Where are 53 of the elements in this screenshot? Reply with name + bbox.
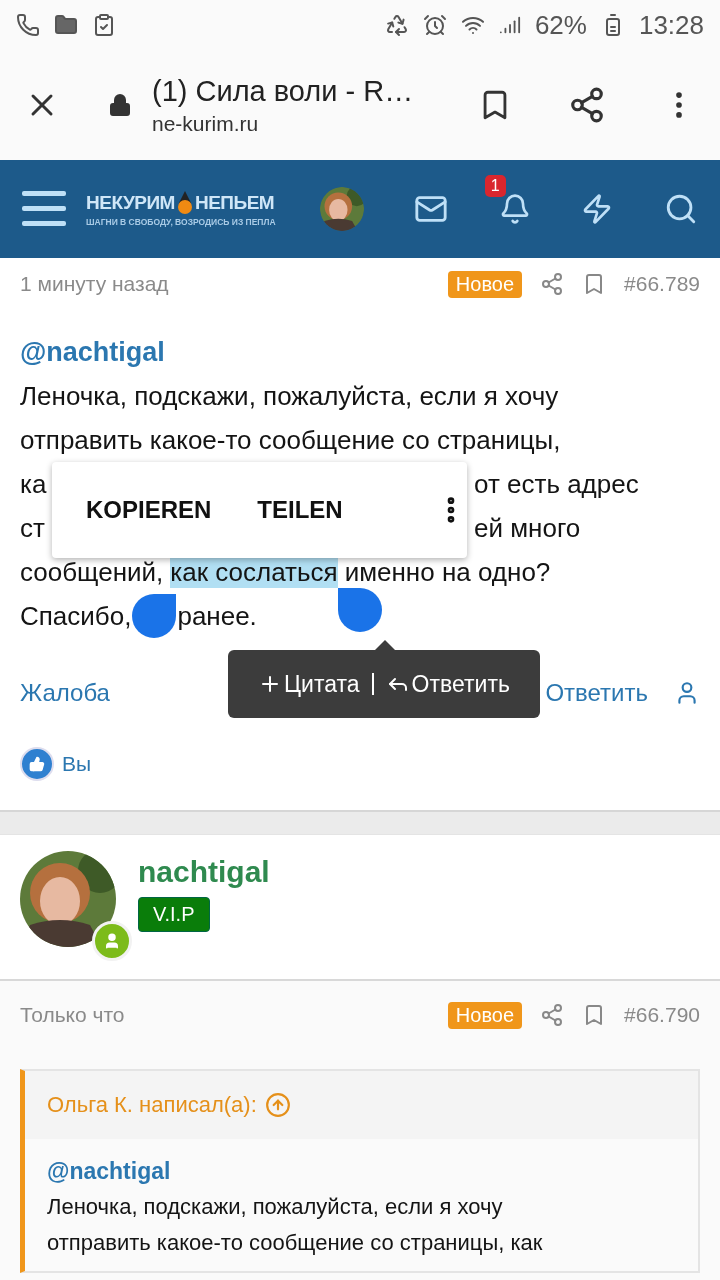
- author-name[interactable]: nachtigal: [138, 855, 270, 889]
- menu-icon[interactable]: [22, 191, 66, 227]
- quote-button[interactable]: Цитата: [258, 670, 360, 698]
- reply-link[interactable]: Ответить: [545, 679, 648, 707]
- post-number: #66.790: [624, 1003, 700, 1027]
- clipboard-icon: [92, 13, 116, 37]
- page-url: ne-kurim.ru: [152, 111, 260, 136]
- share-icon[interactable]: [540, 272, 565, 296]
- lock-icon: [108, 93, 132, 117]
- selection-handle[interactable]: [132, 594, 177, 638]
- post-number: #66.789: [624, 272, 700, 296]
- alarm-icon: [422, 13, 447, 37]
- new-badge: Новое: [447, 1001, 523, 1029]
- logo-tagline: ШАГНИ В СВОБОДУ, ВОЗРОДИСЬ ИЗ ПЕПЛА: [86, 217, 276, 227]
- quote-text: отправить какое-то сообщение со страницы, как: [47, 1229, 544, 1257]
- online-icon: [92, 921, 132, 961]
- user-avatar[interactable]: [319, 187, 364, 231]
- post-text: ранее.: [177, 600, 257, 632]
- post-text: Леночка, подскажи, пожалуйста, если я хочу: [20, 380, 559, 412]
- quote-text: Леночка, подскажи, пожалуйста, если я хочу: [47, 1193, 504, 1221]
- signal-icon: [498, 14, 521, 36]
- logo-text: НЕПЬЕМ: [194, 192, 275, 214]
- reply-button[interactable]: Ответить: [385, 670, 510, 698]
- post-text: отправить какое-то сообщение со страницы,: [20, 424, 561, 456]
- share-button[interactable]: [568, 86, 606, 124]
- post-time: Только что: [20, 1003, 126, 1027]
- share-icon[interactable]: [540, 1003, 565, 1027]
- mention-link[interactable]: @nachtigal: [20, 310, 700, 374]
- menu-item[interactable]: KOPIEREN: [86, 496, 212, 524]
- like-icon: [20, 747, 54, 781]
- post-text: от есть адрес: [474, 468, 639, 500]
- folder-icon: [54, 13, 78, 37]
- page-title: (1) Сила воли - R…: [152, 74, 415, 108]
- post-text: именно на одно?: [344, 556, 551, 588]
- post-time: 1 минуту назад: [20, 272, 170, 296]
- quote-author: Ольга К. написал(а):: [47, 1092, 257, 1118]
- post-text: Спасибо,: [20, 600, 132, 632]
- post-text: ей много: [474, 512, 581, 544]
- logo-text: НЕКУРИМ: [86, 192, 175, 214]
- phone-icon: [16, 13, 40, 37]
- selection-handle[interactable]: [337, 587, 382, 632]
- report-link[interactable]: Жалоба: [20, 679, 110, 707]
- new-badge: Новое: [447, 270, 523, 298]
- battery-percent: 62%: [534, 9, 587, 41]
- post-text: ка: [20, 468, 48, 500]
- mention-link[interactable]: @nachtigal: [47, 1153, 676, 1189]
- post-text: ст: [20, 512, 46, 544]
- clock: 13:28: [638, 9, 704, 41]
- menu-item[interactable]: TEILEN: [257, 496, 343, 524]
- notification-badge: 1: [484, 175, 506, 197]
- rank-badge: V.I.P: [138, 897, 210, 932]
- reaction-users[interactable]: Вы: [62, 752, 92, 776]
- post-text: сообщений,: [20, 556, 164, 588]
